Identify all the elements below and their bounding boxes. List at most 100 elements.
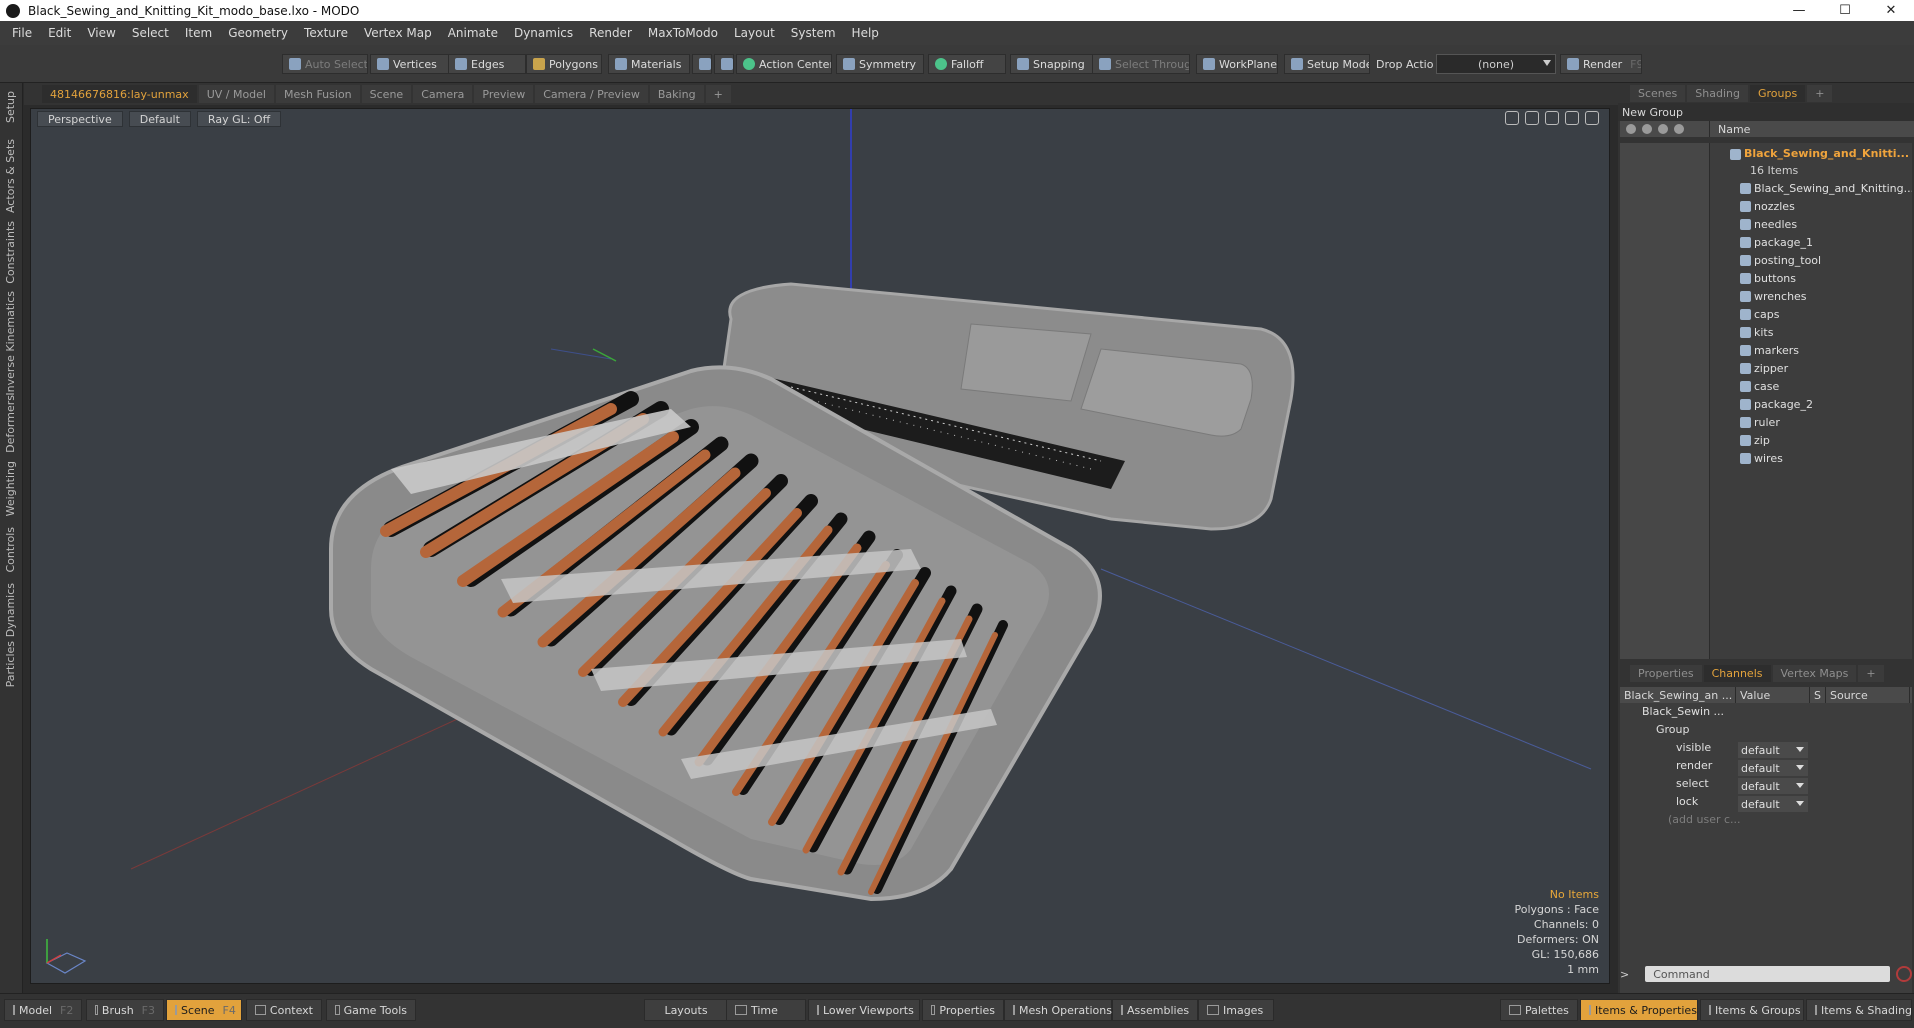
falloff-button[interactable]: Falloff: [928, 54, 1006, 74]
assemblies-button[interactable]: Assemblies: [1112, 999, 1198, 1021]
add-user-channel-row[interactable]: (add user c...: [1620, 813, 1912, 831]
3d-viewport[interactable]: Perspective Default Ray GL: Off No Items…: [30, 108, 1610, 984]
menu-system[interactable]: System: [783, 26, 844, 40]
channel-item-row[interactable]: Black_Sewin ...: [1620, 705, 1912, 723]
channel-visible-row[interactable]: visible default: [1620, 741, 1912, 759]
tab-constraints[interactable]: Constraints: [4, 221, 17, 284]
menu-select[interactable]: Select: [124, 26, 177, 40]
symmetry-button[interactable]: Symmetry: [836, 54, 924, 74]
action-center-button[interactable]: Action Center: [736, 54, 832, 74]
tab-channels[interactable]: Channels: [1703, 664, 1771, 682]
tree-item[interactable]: zip: [1620, 431, 1912, 449]
context-layout-button[interactable]: Context: [246, 999, 322, 1021]
tree-item[interactable]: case: [1620, 377, 1912, 395]
tree-item[interactable]: ruler: [1620, 413, 1912, 431]
render-button[interactable]: RenderF9: [1560, 54, 1642, 74]
lock-icon[interactable]: [1658, 124, 1668, 134]
zoom-icon[interactable]: [1545, 111, 1559, 125]
tab-uv-model[interactable]: UV / Model: [198, 85, 274, 103]
close-button[interactable]: ✕: [1868, 0, 1914, 21]
select-value-select[interactable]: default: [1738, 778, 1808, 794]
render-value-select[interactable]: default: [1738, 760, 1808, 776]
layouts-button[interactable]: Layouts: [644, 999, 728, 1021]
tree-item[interactable]: package_1: [1620, 233, 1912, 251]
pan-icon[interactable]: [1505, 111, 1519, 125]
lock-shield-button[interactable]: [714, 54, 734, 74]
model-layout-button[interactable]: Model F2: [4, 999, 82, 1021]
tree-item[interactable]: zipper: [1620, 359, 1912, 377]
channel-lock-row[interactable]: lock default: [1620, 795, 1912, 813]
perspective-button[interactable]: Perspective: [37, 111, 123, 127]
tab-actors-sets[interactable]: Actors & Sets: [4, 139, 17, 213]
menu-layout[interactable]: Layout: [726, 26, 783, 40]
tab-groups[interactable]: Groups: [1749, 84, 1806, 102]
snapping-button[interactable]: Snapping: [1010, 54, 1094, 74]
tree-item[interactable]: wires: [1620, 449, 1912, 467]
items-groups-button[interactable]: Items & Groups: [1700, 999, 1804, 1021]
menu-maxtomodo[interactable]: MaxToModo: [640, 26, 726, 40]
palettes-button[interactable]: Palettes: [1500, 999, 1578, 1021]
items-properties-button[interactable]: Items & Properties: [1580, 999, 1698, 1021]
brush-layout-button[interactable]: Brush F3: [86, 999, 164, 1021]
tab-layout-unmax[interactable]: 48146676816:lay-unmax: [42, 85, 197, 103]
tree-item[interactable]: wrenches: [1620, 287, 1912, 305]
vertices-button[interactable]: Vertices: [370, 54, 450, 74]
tab-camera-preview[interactable]: Camera / Preview: [535, 85, 648, 103]
render-toggle-icon[interactable]: [1642, 124, 1652, 134]
menu-geometry[interactable]: Geometry: [220, 26, 296, 40]
select-toggle-icon[interactable]: [1674, 124, 1684, 134]
properties-button[interactable]: Properties: [922, 999, 1004, 1021]
tab-mesh-fusion[interactable]: Mesh Fusion: [276, 85, 360, 103]
command-input[interactable]: Command: [1645, 966, 1891, 982]
tree-item[interactable]: posting_tool: [1620, 251, 1912, 269]
menu-render[interactable]: Render: [581, 26, 640, 40]
new-group-button[interactable]: New Group: [1618, 103, 1914, 121]
channel-render-row[interactable]: render default: [1620, 759, 1912, 777]
materials-button[interactable]: Materials: [608, 54, 690, 74]
menu-texture[interactable]: Texture: [296, 26, 356, 40]
tab-deformers[interactable]: Deformers: [4, 395, 17, 453]
workplane-button[interactable]: WorkPlane: [1196, 54, 1278, 74]
tab-vertex-maps[interactable]: Vertex Maps: [1772, 664, 1857, 682]
maximize-button[interactable]: ☐: [1822, 0, 1868, 21]
tree-item[interactable]: markers: [1620, 341, 1912, 359]
menu-help[interactable]: Help: [844, 26, 887, 40]
eye-icon[interactable]: [1626, 124, 1636, 134]
polygons-button[interactable]: Polygons: [526, 54, 602, 74]
add-scene-tab-button[interactable]: +: [1807, 84, 1833, 102]
menu-vertex-map[interactable]: Vertex Map: [356, 26, 440, 40]
drop-action-select[interactable]: (none): [1436, 54, 1556, 74]
game-tools-button[interactable]: Game Tools: [326, 999, 416, 1021]
tab-preview[interactable]: Preview: [474, 85, 534, 103]
rotate-icon[interactable]: [1525, 111, 1539, 125]
scene-layout-button[interactable]: Scene F4: [166, 999, 242, 1021]
tab-shading[interactable]: Shading: [1687, 84, 1748, 102]
menu-animate[interactable]: Animate: [440, 26, 506, 40]
minimize-button[interactable]: —: [1776, 0, 1822, 21]
edges-button[interactable]: Edges: [448, 54, 526, 74]
tree-item[interactable]: Black_Sewing_and_Knitting...: [1620, 179, 1912, 197]
auto-select-button[interactable]: Auto Select: [282, 54, 368, 74]
tab-particles[interactable]: Particles: [4, 641, 17, 687]
shading-default-button[interactable]: Default: [128, 111, 191, 127]
tree-item[interactable]: buttons: [1620, 269, 1912, 287]
add-tab-button[interactable]: +: [705, 85, 731, 103]
lock-value-select[interactable]: default: [1738, 796, 1808, 812]
items-shading-button[interactable]: Items & Shading: [1806, 999, 1912, 1021]
tab-controls[interactable]: Controls: [4, 527, 17, 573]
tab-properties[interactable]: Properties: [1630, 664, 1702, 682]
record-icon[interactable]: [1896, 966, 1912, 982]
tab-inverse-kinematics[interactable]: Inverse Kinematics: [4, 291, 17, 396]
select-through-button[interactable]: Select Through: [1092, 54, 1190, 74]
add-props-tab-button[interactable]: +: [1858, 664, 1884, 682]
menu-edit[interactable]: Edit: [40, 26, 79, 40]
channel-select-row[interactable]: select default: [1620, 777, 1912, 795]
lower-viewports-button[interactable]: Lower Viewports: [808, 999, 920, 1021]
tree-item[interactable]: needles: [1620, 215, 1912, 233]
mesh-operations-button[interactable]: Mesh Operations: [1004, 999, 1112, 1021]
setup-mode-button[interactable]: Setup Mode: [1284, 54, 1370, 74]
tab-baking[interactable]: Baking: [649, 85, 704, 103]
tree-item[interactable]: caps: [1620, 305, 1912, 323]
tree-item[interactable]: package_2: [1620, 395, 1912, 413]
menu-item[interactable]: Item: [177, 26, 220, 40]
